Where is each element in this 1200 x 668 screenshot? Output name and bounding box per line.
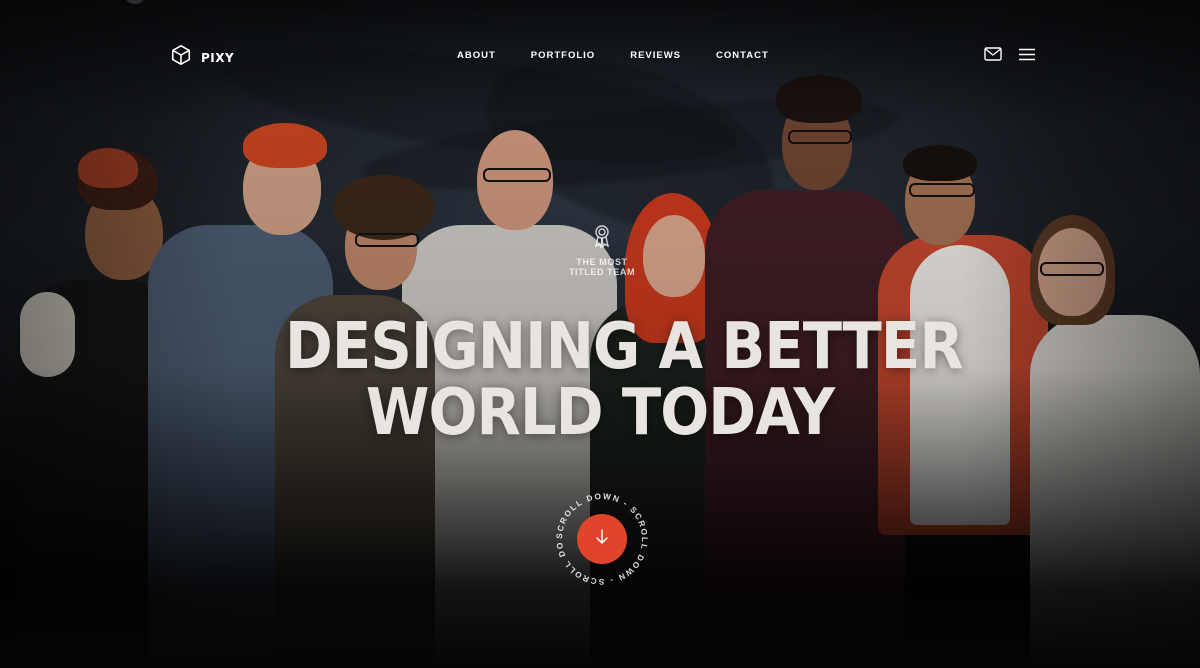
hamburger-menu-icon[interactable] [1019, 48, 1035, 66]
header: PIXY ABOUT PORTFOLIO REVIEWS CONTACT [0, 0, 1200, 110]
award-line-2: TITLED TEAM [568, 267, 636, 277]
main-nav: ABOUT PORTFOLIO REVIEWS CONTACT [457, 50, 804, 61]
scroll-down-button[interactable] [577, 514, 627, 564]
logo[interactable]: PIXY [170, 44, 234, 71]
brand-name: PIXY [201, 50, 235, 65]
hero-headline: DESIGNING A BETTER WORLD TODAY [285, 310, 964, 450]
nav-item-contact[interactable]: CONTACT [716, 50, 769, 61]
nav-item-portfolio[interactable]: PORTFOLIO [531, 50, 595, 61]
award-line-1: THE MOST [576, 257, 628, 267]
arrow-down-icon [595, 528, 609, 550]
nav-item-about[interactable]: ABOUT [457, 50, 496, 61]
award-badge: THE MOST TITLED TEAM [560, 224, 644, 277]
header-actions [984, 47, 1035, 66]
nav-item-reviews[interactable]: REVIEWS [630, 50, 681, 61]
cube-logo-icon [170, 44, 192, 71]
headline-line-2: WORLD TODAY [365, 376, 835, 450]
mail-icon[interactable] [984, 47, 1002, 66]
scroll-down-control[interactable]: SCROLL DOWN - SCROLL DOWN - SCROLL DOWN … [554, 491, 650, 587]
award-ribbon-icon [560, 224, 644, 253]
headline-line-1: DESIGNING A BETTER [285, 310, 964, 384]
